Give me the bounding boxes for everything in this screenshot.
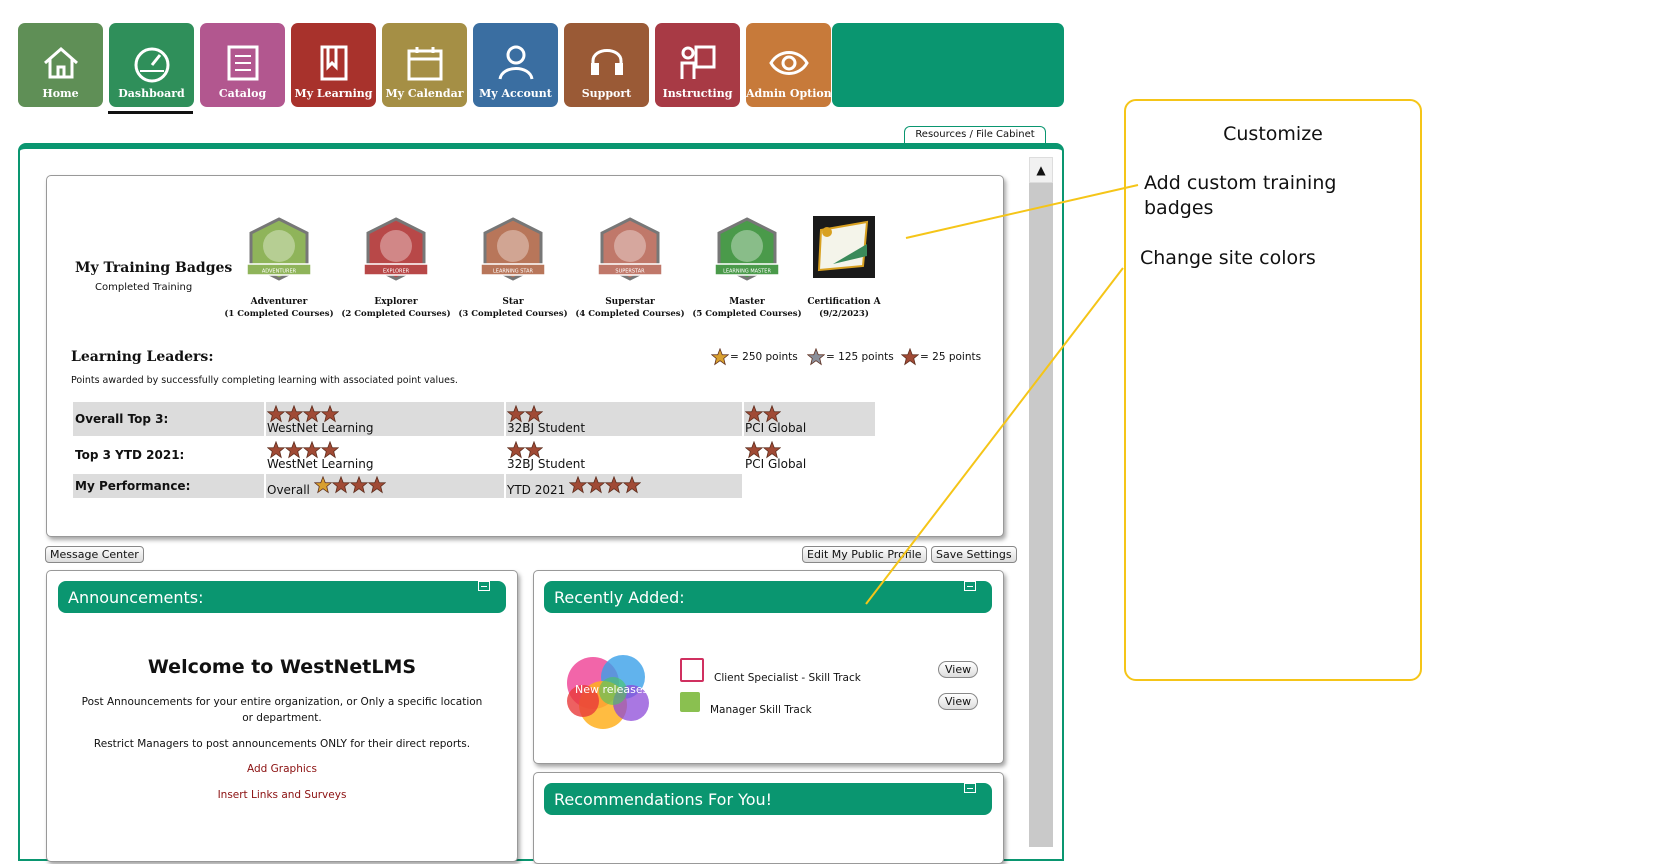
customize-callout: Customize Add custom training badges Cha… (1124, 99, 1422, 681)
callout-title: Customize (1223, 123, 1323, 145)
callout-item-colors: Change site colors (1140, 247, 1316, 269)
callout-item-badges: Add custom training badges (1144, 172, 1337, 219)
